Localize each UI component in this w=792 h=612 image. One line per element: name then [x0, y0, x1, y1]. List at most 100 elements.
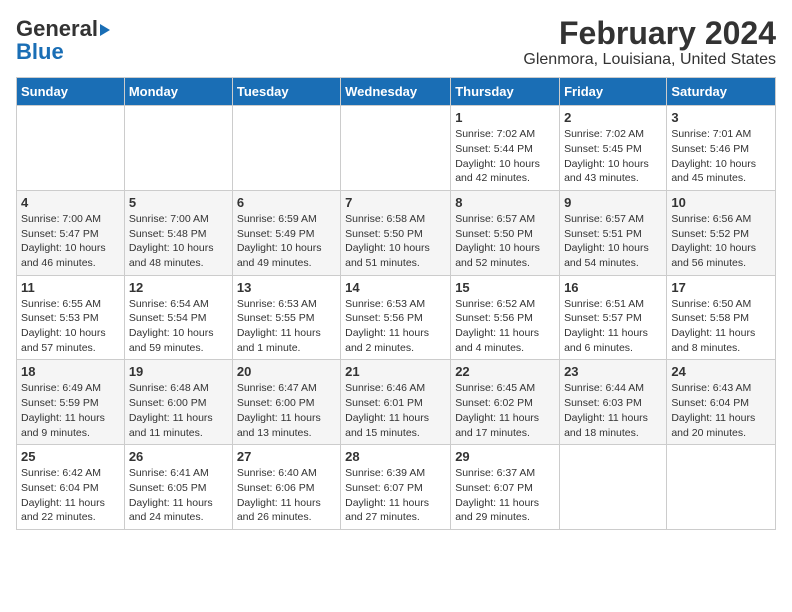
day-number: 4 [21, 195, 120, 210]
header-cell-tuesday: Tuesday [232, 78, 340, 106]
header-row: SundayMondayTuesdayWednesdayThursdayFrid… [17, 78, 776, 106]
day-cell: 21 Sunrise: 6:46 AM Sunset: 6:01 PM Dayli… [341, 360, 451, 445]
day-number: 19 [129, 364, 228, 379]
day-number: 26 [129, 449, 228, 464]
day-number: 8 [455, 195, 555, 210]
day-cell: 25Sunrise: 6:42 AM Sunset: 6:04 PM Dayli… [17, 445, 125, 530]
day-info: Sunrise: 7:02 AM Sunset: 5:44 PM Dayligh… [455, 127, 555, 186]
day-number: 15 [455, 280, 555, 295]
day-number: 22 [455, 364, 555, 379]
day-number: 29 [455, 449, 555, 464]
header-cell-friday: Friday [560, 78, 667, 106]
day-cell: 11 Sunrise: 6:55 AM Sunset: 5:53 PM Dayli… [17, 275, 125, 360]
day-info: Sunrise: 6:50 AM Sunset: 5:58 PM Dayligh… [671, 297, 771, 356]
day-cell: 22 Sunrise: 6:45 AM Sunset: 6:02 PM Dayli… [451, 360, 560, 445]
title-block: February 2024 Glenmora, Louisiana, Unite… [523, 16, 776, 69]
day-number: 13 [237, 280, 336, 295]
day-info: Sunrise: 6:52 AM Sunset: 5:56 PM Dayligh… [455, 297, 555, 356]
day-number: 28 [345, 449, 446, 464]
day-info: Sunrise: 6:43 AM Sunset: 6:04 PM Dayligh… [671, 381, 771, 440]
day-cell: 28 Sunrise: 6:39 AM Sunset: 6:07 PM Dayli… [341, 445, 451, 530]
header-cell-monday: Monday [124, 78, 232, 106]
day-number: 5 [129, 195, 228, 210]
day-info: Sunrise: 7:00 AM Sunset: 5:48 PM Dayligh… [129, 212, 228, 271]
day-info: Sunrise: 6:59 AM Sunset: 5:49 PM Dayligh… [237, 212, 336, 271]
page-header: General Blue February 2024 Glenmora, Lou… [16, 16, 776, 69]
week-row-4: 18 Sunrise: 6:49 AM Sunset: 5:59 PM Dayli… [17, 360, 776, 445]
day-number: 23 [564, 364, 662, 379]
logo-arrow-icon [100, 24, 110, 36]
day-number: 2 [564, 110, 662, 125]
day-info: Sunrise: 6:56 AM Sunset: 5:52 PM Dayligh… [671, 212, 771, 271]
day-info: Sunrise: 6:37 AM Sunset: 6:07 PM Dayligh… [455, 466, 555, 525]
day-info: Sunrise: 7:01 AM Sunset: 5:46 PM Dayligh… [671, 127, 771, 186]
day-info: Sunrise: 6:39 AM Sunset: 6:07 PM Dayligh… [345, 466, 446, 525]
day-number: 25 [21, 449, 120, 464]
day-info: Sunrise: 6:54 AM Sunset: 5:54 PM Dayligh… [129, 297, 228, 356]
day-info: Sunrise: 7:02 AM Sunset: 5:45 PM Dayligh… [564, 127, 662, 186]
day-cell: 24 Sunrise: 6:43 AM Sunset: 6:04 PM Dayli… [667, 360, 776, 445]
day-info: Sunrise: 6:58 AM Sunset: 5:50 PM Dayligh… [345, 212, 446, 271]
header-cell-thursday: Thursday [451, 78, 560, 106]
day-cell: 7 Sunrise: 6:58 AM Sunset: 5:50 PM Daylig… [341, 190, 451, 275]
day-number: 14 [345, 280, 446, 295]
header-cell-wednesday: Wednesday [341, 78, 451, 106]
week-row-3: 11 Sunrise: 6:55 AM Sunset: 5:53 PM Dayli… [17, 275, 776, 360]
day-cell: 26 Sunrise: 6:41 AM Sunset: 6:05 PM Dayli… [124, 445, 232, 530]
day-number: 18 [21, 364, 120, 379]
day-number: 24 [671, 364, 771, 379]
day-info: Sunrise: 6:41 AM Sunset: 6:05 PM Dayligh… [129, 466, 228, 525]
day-cell: 1 Sunrise: 7:02 AM Sunset: 5:44 PM Daylig… [451, 106, 560, 191]
day-cell [124, 106, 232, 191]
day-cell: 27Sunrise: 6:40 AM Sunset: 6:06 PM Dayli… [232, 445, 340, 530]
day-cell: 10 Sunrise: 6:56 AM Sunset: 5:52 PM Dayli… [667, 190, 776, 275]
day-info: Sunrise: 6:46 AM Sunset: 6:01 PM Dayligh… [345, 381, 446, 440]
day-number: 21 [345, 364, 446, 379]
day-cell: 20Sunrise: 6:47 AM Sunset: 6:00 PM Dayli… [232, 360, 340, 445]
day-info: Sunrise: 6:53 AM Sunset: 5:56 PM Dayligh… [345, 297, 446, 356]
day-number: 7 [345, 195, 446, 210]
day-cell [341, 106, 451, 191]
day-info: Sunrise: 6:47 AM Sunset: 6:00 PM Dayligh… [237, 381, 336, 440]
day-info: Sunrise: 6:55 AM Sunset: 5:53 PM Dayligh… [21, 297, 120, 356]
day-info: Sunrise: 6:48 AM Sunset: 6:00 PM Dayligh… [129, 381, 228, 440]
day-info: Sunrise: 6:57 AM Sunset: 5:50 PM Dayligh… [455, 212, 555, 271]
page-subtitle: Glenmora, Louisiana, United States [523, 51, 776, 69]
day-number: 27 [237, 449, 336, 464]
day-cell: 13 Sunrise: 6:53 AM Sunset: 5:55 PM Dayli… [232, 275, 340, 360]
day-number: 10 [671, 195, 771, 210]
day-info: Sunrise: 6:45 AM Sunset: 6:02 PM Dayligh… [455, 381, 555, 440]
day-cell: 29 Sunrise: 6:37 AM Sunset: 6:07 PM Dayli… [451, 445, 560, 530]
day-number: 6 [237, 195, 336, 210]
day-info: Sunrise: 6:57 AM Sunset: 5:51 PM Dayligh… [564, 212, 662, 271]
day-number: 17 [671, 280, 771, 295]
day-cell [17, 106, 125, 191]
day-cell: 17 Sunrise: 6:50 AM Sunset: 5:58 PM Dayli… [667, 275, 776, 360]
day-cell: 8 Sunrise: 6:57 AM Sunset: 5:50 PM Daylig… [451, 190, 560, 275]
day-number: 1 [455, 110, 555, 125]
day-cell: 19 Sunrise: 6:48 AM Sunset: 6:00 PM Dayli… [124, 360, 232, 445]
week-row-5: 25Sunrise: 6:42 AM Sunset: 6:04 PM Dayli… [17, 445, 776, 530]
logo: General Blue [16, 16, 110, 62]
week-row-1: 1 Sunrise: 7:02 AM Sunset: 5:44 PM Daylig… [17, 106, 776, 191]
day-info: Sunrise: 7:00 AM Sunset: 5:47 PM Dayligh… [21, 212, 120, 271]
day-number: 9 [564, 195, 662, 210]
day-info: Sunrise: 6:53 AM Sunset: 5:55 PM Dayligh… [237, 297, 336, 356]
day-cell: 3Sunrise: 7:01 AM Sunset: 5:46 PM Daylig… [667, 106, 776, 191]
page-title: February 2024 [523, 16, 776, 51]
day-cell: 9 Sunrise: 6:57 AM Sunset: 5:51 PM Daylig… [560, 190, 667, 275]
day-info: Sunrise: 6:49 AM Sunset: 5:59 PM Dayligh… [21, 381, 120, 440]
day-number: 11 [21, 280, 120, 295]
day-cell: 2 Sunrise: 7:02 AM Sunset: 5:45 PM Daylig… [560, 106, 667, 191]
week-row-2: 4 Sunrise: 7:00 AM Sunset: 5:47 PM Daylig… [17, 190, 776, 275]
logo-blue: Blue [16, 42, 64, 62]
day-cell: 5 Sunrise: 7:00 AM Sunset: 5:48 PM Daylig… [124, 190, 232, 275]
day-cell: 12 Sunrise: 6:54 AM Sunset: 5:54 PM Dayli… [124, 275, 232, 360]
day-number: 16 [564, 280, 662, 295]
calendar-table: SundayMondayTuesdayWednesdayThursdayFrid… [16, 77, 776, 530]
day-cell: 18 Sunrise: 6:49 AM Sunset: 5:59 PM Dayli… [17, 360, 125, 445]
day-cell: 4 Sunrise: 7:00 AM Sunset: 5:47 PM Daylig… [17, 190, 125, 275]
day-number: 12 [129, 280, 228, 295]
day-cell [667, 445, 776, 530]
header-cell-saturday: Saturday [667, 78, 776, 106]
